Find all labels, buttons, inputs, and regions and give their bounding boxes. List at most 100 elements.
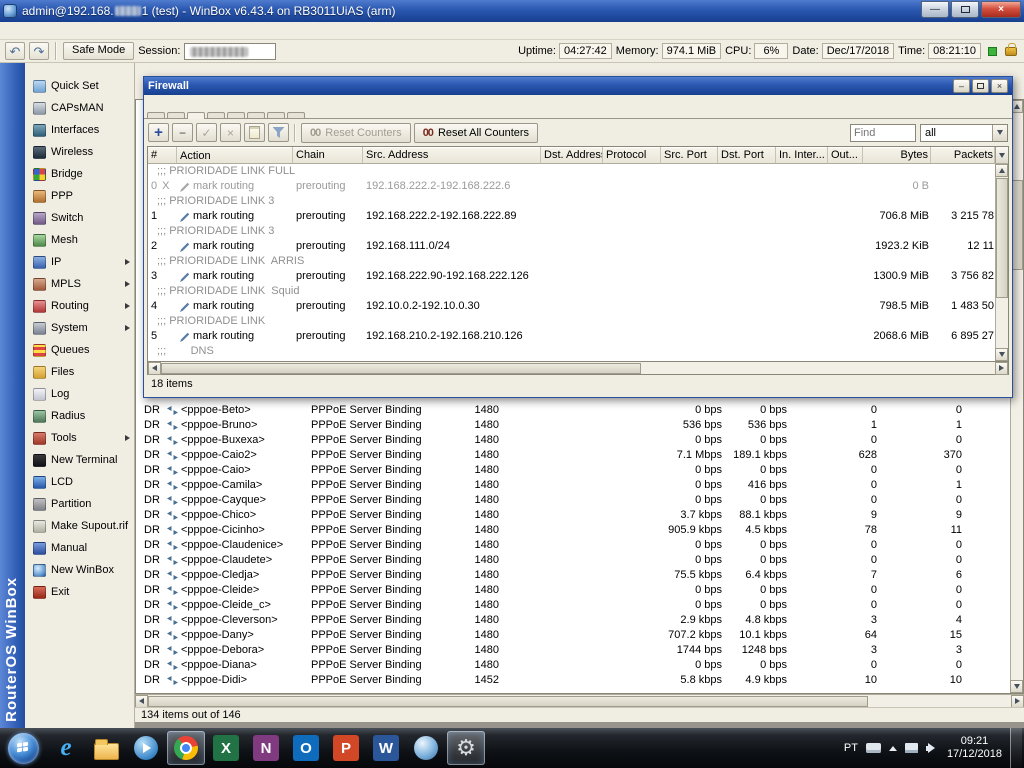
firewall-comment-row[interactable]: ;;; PRIORIDADE LINK FULL <box>148 164 995 179</box>
menu-item-dashboard[interactable] <box>36 29 54 33</box>
reset-all-counters-button[interactable]: 00 Reset All Counters <box>413 122 539 143</box>
language-indicator[interactable]: PT <box>844 742 858 754</box>
keyboard-icon[interactable] <box>865 743 881 753</box>
sidebar-item-partition[interactable]: Partition <box>25 493 134 515</box>
sidebar-item-bridge[interactable]: Bridge <box>25 163 134 185</box>
column-select-button[interactable] <box>995 147 1008 163</box>
menu-item-settings[interactable] <box>18 29 36 33</box>
pppoe-binding-row-pppoe-debora[interactable]: DR <pppoe-Debora> PPPoE Server Binding 1… <box>136 643 1010 658</box>
taskbar-app-winbox-icon[interactable] <box>407 731 445 765</box>
taskbar-app-onenote-icon[interactable]: N <box>247 731 285 765</box>
sidebar-item-switch[interactable]: Switch <box>25 207 134 229</box>
pppoe-binding-row-pppoe-buxexa[interactable]: DR <pppoe-Buxexa> PPPoE Server Binding 1… <box>136 433 1010 448</box>
pppoe-binding-row-pppoe-caio2[interactable]: DR <pppoe-Caio2> PPPoE Server Binding 14… <box>136 448 1010 463</box>
firewall-comment-row[interactable]: ;;; PRIORIDADE LINK 3 <box>148 224 995 239</box>
sidebar-item-lcd[interactable]: LCD <box>25 471 134 493</box>
tab-address-lists[interactable] <box>267 112 285 118</box>
pppoe-binding-row-pppoe-caio[interactable]: DR <pppoe-Caio> PPPoE Server Binding 148… <box>136 463 1010 478</box>
scrollbar-thumb[interactable] <box>996 178 1008 298</box>
tab-raw[interactable] <box>207 112 225 118</box>
sidebar-item-wireless[interactable]: Wireless <box>25 141 134 163</box>
scrollbar-thumb[interactable] <box>161 362 641 374</box>
safe-mode-button[interactable]: Safe Mode <box>63 42 135 60</box>
pppoe-binding-row-pppoe-cleverson[interactable]: DR <pppoe-Cleverson> PPPoE Server Bindin… <box>136 613 1010 628</box>
pppoe-binding-row-pppoe-dany[interactable]: DR <pppoe-Dany> PPPoE Server Binding 148… <box>136 628 1010 643</box>
column-header-src-address[interactable]: Src. Address <box>363 147 541 163</box>
scrollbar-thumb[interactable] <box>148 695 868 707</box>
minimize-button[interactable]: – <box>953 79 970 93</box>
firewall-rule-row[interactable]: 0X mark routing prerouting 192.168.222.2… <box>148 179 995 194</box>
taskbar-app-word-icon[interactable]: W <box>367 731 405 765</box>
sidebar-item-new-winbox[interactable]: New WinBox <box>25 559 134 581</box>
taskbar-app-powerpoint-icon[interactable]: P <box>327 731 365 765</box>
column-header-[interactable]: # <box>148 147 177 163</box>
network-icon[interactable] <box>904 743 918 753</box>
sidebar-item-capsman[interactable]: CAPsMAN <box>25 97 134 119</box>
pppoe-binding-row-pppoe-cleide[interactable]: DR <pppoe-Cleide> PPPoE Server Binding 1… <box>136 583 1010 598</box>
taskbar-app-ie-icon[interactable]: e <box>47 731 85 765</box>
tab-filter-rules[interactable] <box>147 112 165 118</box>
scroll-right-button[interactable] <box>995 361 1008 375</box>
clock[interactable]: 09:21 17/12/2018 <box>947 735 1002 761</box>
redo-arrow-icon[interactable]: ↷ <box>29 42 49 60</box>
scroll-left-button[interactable] <box>135 694 148 708</box>
column-header-chain[interactable]: Chain <box>293 147 363 163</box>
scroll-down-button[interactable] <box>1010 680 1023 693</box>
column-header-action[interactable]: Action <box>177 147 293 163</box>
pppoe-binding-row-pppoe-didi[interactable]: DR <pppoe-Didi> PPPoE Server Binding 145… <box>136 673 1010 688</box>
show-desktop-button[interactable] <box>1010 728 1022 768</box>
sidebar-item-exit[interactable]: Exit <box>25 581 134 603</box>
maximize-button[interactable] <box>951 1 979 18</box>
sidebar-item-tools[interactable]: Tools <box>25 427 134 449</box>
undo-arrow-icon[interactable]: ↶ <box>5 42 25 60</box>
tab-nat[interactable] <box>167 112 185 118</box>
find-input[interactable] <box>850 123 916 142</box>
taskbar-app-media-icon[interactable] <box>127 731 165 765</box>
column-header-src-port[interactable]: Src. Port <box>661 147 718 163</box>
sidebar-item-files[interactable]: Files <box>25 361 134 383</box>
firewall-comment-row[interactable]: ;;; PRIORIDADE LINK 3 <box>148 194 995 209</box>
scroll-right-button[interactable] <box>1011 694 1024 708</box>
column-header-packets[interactable]: Packets <box>931 147 995 163</box>
pppoe-binding-row-pppoe-claudete[interactable]: DR <pppoe-Claudete> PPPoE Server Binding… <box>136 553 1010 568</box>
sidebar-item-queues[interactable]: Queues <box>25 339 134 361</box>
pppoe-binding-row-pppoe-chico[interactable]: DR <pppoe-Chico> PPPoE Server Binding 14… <box>136 508 1010 523</box>
firewall-comment-row[interactable]: ;;; PRIORIDADE LINK ARRIS <box>148 254 995 269</box>
tab-service-ports[interactable] <box>227 112 245 118</box>
sidebar-item-system[interactable]: System <box>25 317 134 339</box>
pppoe-binding-row-pppoe-camila[interactable]: DR <pppoe-Camila> PPPoE Server Binding 1… <box>136 478 1010 493</box>
pppoe-binding-row-pppoe-diana[interactable]: DR <pppoe-Diana> PPPoE Server Binding 14… <box>136 658 1010 673</box>
sidebar-item-ppp[interactable]: PPP <box>25 185 134 207</box>
sidebar-item-ip[interactable]: IP <box>25 251 134 273</box>
firewall-rule-row[interactable]: 5 mark routing prerouting 192.168.210.2-… <box>148 329 995 344</box>
tab-mangle[interactable] <box>187 112 205 119</box>
vertical-scrollbar[interactable] <box>995 164 1008 361</box>
column-header-dst-address[interactable]: Dst. Address <box>541 147 603 163</box>
column-header-bytes[interactable]: Bytes <box>863 147 931 163</box>
firewall-rule-row[interactable]: 3 mark routing prerouting 192.168.222.90… <box>148 269 995 284</box>
sidebar-item-routing[interactable]: Routing <box>25 295 134 317</box>
start-button[interactable] <box>0 732 46 764</box>
firewall-titlebar[interactable]: Firewall – × <box>144 77 1012 95</box>
pppoe-binding-row-pppoe-cleide-c[interactable]: DR <pppoe-Cleide_c> PPPoE Server Binding… <box>136 598 1010 613</box>
firewall-rule-row[interactable]: 4 mark routing prerouting 192.10.0.2-192… <box>148 299 995 314</box>
horizontal-scrollbar[interactable] <box>135 694 1024 708</box>
horizontal-scrollbar[interactable] <box>147 361 1009 375</box>
column-header-out[interactable]: Out... <box>828 147 863 163</box>
sidebar-item-log[interactable]: Log <box>25 383 134 405</box>
pppoe-binding-row-pppoe-claudenice[interactable]: DR <pppoe-Claudenice> PPPoE Server Bindi… <box>136 538 1010 553</box>
pppoe-binding-row-pppoe-cledja[interactable]: DR <pppoe-Cledja> PPPoE Server Binding 1… <box>136 568 1010 583</box>
sidebar-item-mpls[interactable]: MPLS <box>25 273 134 295</box>
tab-connections[interactable] <box>247 112 265 118</box>
remove-icon[interactable]: − <box>172 123 193 142</box>
sidebar-item-manual[interactable]: Manual <box>25 537 134 559</box>
taskbar-app-excel-icon[interactable]: X <box>207 731 245 765</box>
pppoe-binding-row-pppoe-cayque[interactable]: DR <pppoe-Cayque> PPPoE Server Binding 1… <box>136 493 1010 508</box>
filter-icon[interactable] <box>268 123 289 142</box>
enable-icon[interactable]: ✓ <box>196 123 217 142</box>
session-input[interactable] <box>184 42 277 60</box>
close-button[interactable]: × <box>981 1 1021 18</box>
add-icon[interactable]: + <box>148 123 169 142</box>
column-header-in-inter[interactable]: In. Inter... <box>776 147 828 163</box>
scroll-left-button[interactable] <box>148 361 161 375</box>
